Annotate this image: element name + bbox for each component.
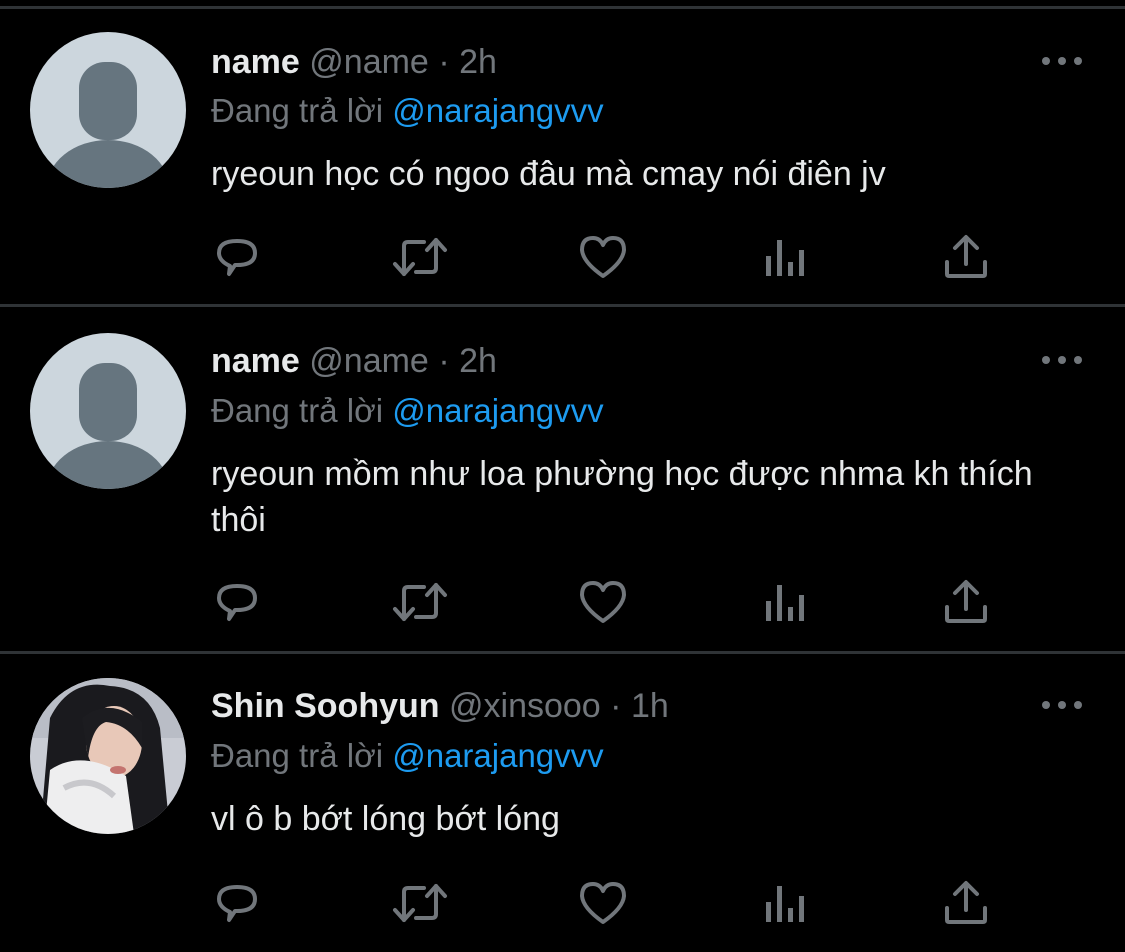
like-button[interactable] [573, 873, 633, 933]
action-bar [0, 227, 1125, 287]
analytics-icon [766, 886, 804, 922]
mention-link[interactable]: @narajangvvv [392, 92, 603, 129]
share-icon [945, 580, 987, 623]
retweet-button[interactable] [390, 227, 450, 287]
retweet-button[interactable] [390, 873, 450, 933]
timestamp[interactable]: 2h [459, 342, 497, 380]
separator: · [610, 687, 622, 725]
share-icon [945, 881, 987, 924]
analytics-button[interactable] [755, 227, 815, 287]
display-name[interactable]: name [211, 43, 300, 81]
reply-icon [217, 239, 257, 276]
tweet-header: Shin Soohyun @xinsooo · 1h [211, 684, 669, 728]
tweet[interactable]: Shin Soohyun @xinsooo · 1h Đang trả lời … [0, 678, 1125, 952]
like-button[interactable] [573, 572, 633, 632]
retweet-icon [393, 583, 447, 621]
analytics-button[interactable] [755, 572, 815, 632]
retweet-button[interactable] [390, 572, 450, 632]
handle[interactable]: @xinsooo [449, 687, 601, 725]
more-options-button[interactable] [1036, 46, 1088, 76]
replying-to: Đang trả lời @narajangvvv [211, 734, 604, 778]
separator: · [438, 342, 450, 380]
more-icon [1042, 701, 1082, 709]
like-icon [580, 236, 626, 278]
handle[interactable]: @name [309, 342, 429, 380]
action-bar [0, 873, 1125, 933]
avatar[interactable] [30, 678, 186, 834]
display-name[interactable]: name [211, 342, 300, 380]
replying-prefix: Đang trả lời [211, 392, 384, 429]
like-icon [580, 882, 626, 924]
mention-link[interactable]: @narajangvvv [392, 737, 603, 774]
more-icon [1042, 356, 1082, 364]
reply-icon [217, 885, 257, 922]
reply-icon [217, 584, 257, 621]
tweet-text: ryeoun mồm như loa phường học được nhma … [211, 455, 1033, 539]
like-button[interactable] [573, 227, 633, 287]
more-icon [1042, 57, 1082, 65]
profile-photo [30, 678, 186, 834]
replying-prefix: Đang trả lời [211, 737, 384, 774]
tweet[interactable]: name @name · 2h Đang trả lời @narajangvv… [0, 333, 1125, 649]
reply-button[interactable] [208, 227, 268, 287]
handle[interactable]: @name [309, 43, 429, 81]
tweet[interactable]: name @name · 2h Đang trả lời @narajangvv… [0, 32, 1125, 300]
share-icon [945, 235, 987, 278]
more-options-button[interactable] [1036, 690, 1088, 720]
analytics-icon [766, 585, 804, 621]
replying-prefix: Đang trả lời [211, 92, 384, 129]
tweet-header: name @name · 2h [211, 40, 497, 84]
analytics-button[interactable] [755, 873, 815, 933]
tweet-header: name @name · 2h [211, 339, 497, 383]
more-options-button[interactable] [1036, 345, 1088, 375]
like-icon [580, 581, 626, 623]
replying-to: Đang trả lời @narajangvvv [211, 89, 604, 133]
action-bar [0, 572, 1125, 632]
avatar[interactable] [30, 32, 186, 188]
analytics-icon [766, 240, 804, 276]
share-button[interactable] [936, 227, 996, 287]
default-profile-icon [30, 333, 186, 489]
tweet-divider [0, 651, 1125, 654]
tweet-divider [0, 304, 1125, 307]
retweet-icon [393, 238, 447, 276]
avatar[interactable] [30, 333, 186, 489]
share-button[interactable] [936, 873, 996, 933]
top-divider [0, 6, 1125, 9]
tweet-text: ryeoun học có ngoo đâu mà cmay nói điên … [211, 155, 886, 193]
share-button[interactable] [936, 572, 996, 632]
timestamp[interactable]: 2h [459, 43, 497, 81]
display-name[interactable]: Shin Soohyun [211, 687, 440, 725]
default-profile-icon [30, 32, 186, 188]
retweet-icon [393, 884, 447, 922]
reply-button[interactable] [208, 572, 268, 632]
tweet-text: vl ô b bớt lóng bớt lóng [211, 800, 560, 838]
timestamp[interactable]: 1h [631, 687, 669, 725]
mention-link[interactable]: @narajangvvv [392, 392, 603, 429]
reply-button[interactable] [208, 873, 268, 933]
separator: · [438, 43, 450, 81]
replying-to: Đang trả lời @narajangvvv [211, 389, 604, 433]
